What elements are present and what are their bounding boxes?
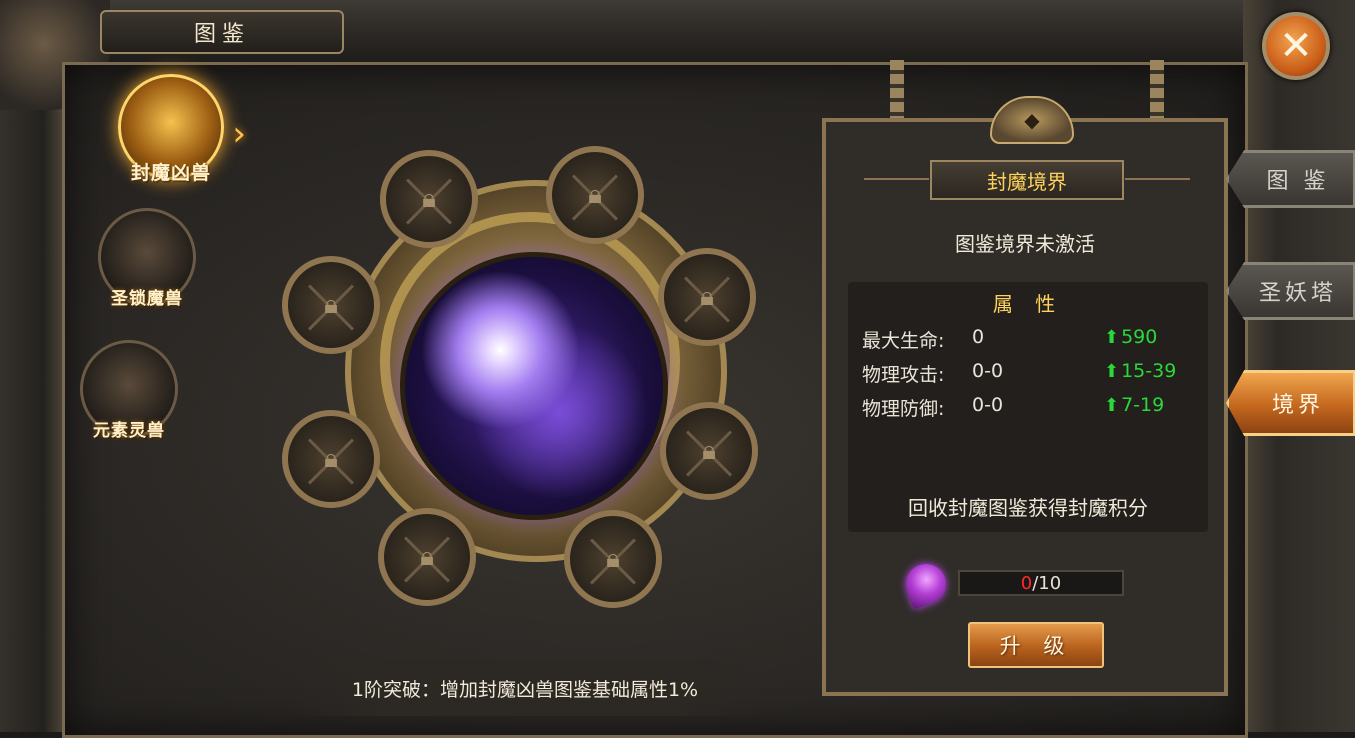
wheel-slot-6[interactable]: 🔒︎ (378, 508, 476, 606)
realm-title: 封魔境界 (864, 160, 1190, 200)
tab-realm[interactable]: 境界 (1226, 370, 1355, 436)
category-label: 元素灵兽 (93, 421, 165, 441)
attributes-header: 属 性 (992, 292, 1064, 316)
close-icon: ✕ (1279, 23, 1313, 69)
attribute-value: 0-0 (972, 360, 1004, 382)
wheel-slot-7[interactable]: 🔒︎ (282, 410, 380, 508)
attribute-bonus: ⬆ 15-39 (1104, 360, 1177, 382)
lock-icon: 🔒︎ (588, 179, 602, 210)
chain-left (890, 60, 904, 122)
attribute-bonus: ⬆ 590 (1104, 326, 1158, 348)
upgrade-button[interactable]: 升 级 (968, 622, 1104, 668)
seal-points-progress: 0/10 (958, 570, 1124, 596)
progress-total: /10 (1032, 572, 1062, 594)
category-label: 圣锁魔兽 (111, 289, 183, 309)
close-button[interactable]: ✕ (1262, 12, 1330, 80)
right-frame (1243, 0, 1355, 732)
breakthrough-text: 1阶突破：增加封魔凶兽图鉴基础属性1% (290, 660, 760, 716)
category-label: 封魔凶兽 (130, 162, 211, 184)
category-holy-lock-beast[interactable]: 圣锁魔兽 (98, 208, 196, 309)
progress-current: 0 (1020, 572, 1033, 594)
up-arrow-icon: ⬆ (1104, 361, 1120, 382)
lock-icon: 🔒︎ (700, 281, 714, 312)
wheel-slot-1[interactable]: 🔒︎ (380, 150, 478, 248)
lock-icon: 🔒︎ (606, 543, 620, 574)
lock-icon: 🔒︎ (324, 443, 338, 474)
wheel-slot-3[interactable]: 🔒︎ (658, 248, 756, 346)
lock-icon: 🔒︎ (702, 435, 716, 466)
recycle-hint: 回收封魔图鉴获得封魔积分 (908, 496, 1148, 520)
attribute-bonus: ⬆ 7-19 (1104, 394, 1165, 416)
lock-icon: 🔒︎ (422, 183, 436, 214)
attribute-value: 0-0 (972, 394, 1004, 416)
window-title: 图鉴 (100, 10, 344, 54)
wheel-slot-2[interactable]: 🔒︎ (546, 146, 644, 244)
lock-icon: 🔒︎ (324, 289, 338, 320)
tab-codex[interactable]: 图 鉴 (1226, 150, 1355, 208)
attribute-row-phys-defense: 物理防御: 0-0 ⬆ 7-19 (862, 394, 1192, 424)
category-sealed-beast[interactable]: 封魔凶兽 › (118, 74, 246, 185)
attribute-name: 物理防御: (862, 398, 945, 420)
wheel-slot-8[interactable]: 🔒︎ (282, 256, 380, 354)
up-arrow-icon: ⬆ (1104, 395, 1120, 416)
attribute-name: 最大生命: (862, 330, 945, 352)
chain-right (1150, 60, 1164, 122)
attribute-value: 0 (972, 326, 985, 348)
up-arrow-icon: ⬆ (1104, 327, 1120, 348)
realm-status: 图鉴境界未激活 (955, 232, 1095, 256)
wheel-slot-5[interactable]: 🔒︎ (564, 510, 662, 608)
attribute-row-phys-attack: 物理攻击: 0-0 ⬆ 15-39 (862, 360, 1192, 390)
tab-demon-tower[interactable]: 圣妖塔 (1226, 262, 1355, 320)
attribute-row-max-hp: 最大生命: 0 ⬆ 590 (862, 326, 1192, 356)
category-element-beast[interactable]: 元素灵兽 (80, 340, 178, 441)
attribute-name: 物理攻击: (862, 364, 945, 386)
wheel-slot-4[interactable]: 🔒︎ (660, 402, 758, 500)
lock-icon: 🔒︎ (420, 541, 434, 572)
selected-arrow-icon: › (232, 114, 246, 154)
nebula-core (400, 252, 668, 520)
